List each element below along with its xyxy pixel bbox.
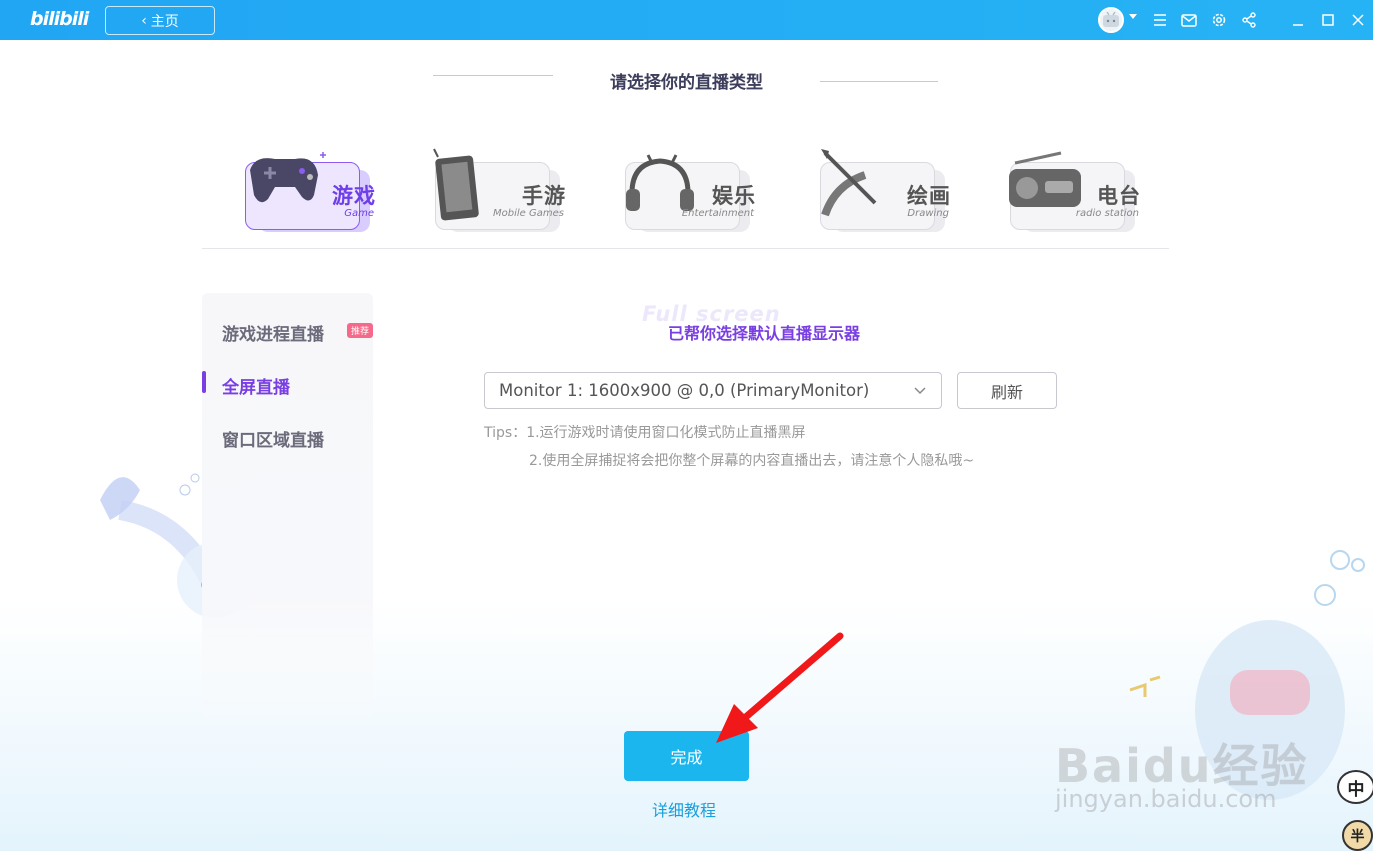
gear-icon[interactable] — [1209, 10, 1229, 30]
ime-halfwidth-indicator[interactable]: 半 — [1342, 820, 1373, 851]
monitor-heading: 已帮你选择默认直播显示器 — [668, 324, 861, 343]
maximize-icon[interactable] — [1318, 10, 1338, 30]
avatar-dropdown-icon[interactable] — [1129, 14, 1137, 19]
chevron-down-icon — [914, 387, 926, 395]
close-icon[interactable] — [1348, 10, 1368, 30]
category-drawing-label: 绘画 — [907, 184, 951, 208]
category-drawing-sub: Drawing — [907, 208, 949, 219]
category-entertainment-label: 娱乐 — [712, 184, 756, 208]
page-title: 请选择你的直播类型 — [610, 73, 763, 93]
baidu-watermark-url: jingyan.baidu.com — [1055, 785, 1277, 813]
mode-sidebar: 游戏进程直播 推荐 全屏直播 窗口区域直播 — [202, 293, 373, 720]
tip-line-2: 2.使用全屏捕捉将会把你整个屏幕的内容直播出去，请注意个人隐私哦~ — [529, 453, 975, 469]
annotation-arrow-icon — [716, 632, 844, 743]
home-button[interactable]: ‹ 主页 — [105, 6, 215, 35]
title-bar: bilibili ‹ 主页 — [0, 0, 1373, 40]
category-game[interactable]: 游戏 Game — [230, 140, 380, 235]
category-mobile-games[interactable]: 手游 Mobile Games — [420, 140, 570, 235]
brush-icon — [821, 149, 877, 217]
monitor-select-value: Monitor 1: 1600x900 @ 0,0 (PrimaryMonito… — [499, 381, 870, 400]
home-button-label: 主页 — [150, 13, 179, 30]
sidebar-item-label: 全屏直播 — [222, 378, 290, 398]
active-indicator — [202, 371, 206, 393]
mail-icon[interactable] — [1179, 10, 1199, 30]
category-entertainment[interactable]: 娱乐 Entertainment — [610, 140, 760, 235]
refresh-button[interactable]: 刷新 — [957, 372, 1057, 409]
category-mobile-games-label: 手游 — [522, 184, 566, 208]
tutorial-link[interactable]: 详细教程 — [652, 797, 716, 821]
avatar[interactable] — [1098, 7, 1124, 33]
bilibili-logo: bilibili — [30, 8, 89, 30]
recommend-badge: 推荐 — [347, 323, 373, 338]
category-drawing[interactable]: 绘画 Drawing — [805, 140, 955, 235]
category-radio-label: 电台 — [1097, 184, 1141, 208]
tip-line-1: Tips：1.运行游戏时请使用窗口化模式防止直播黑屏 — [484, 425, 806, 441]
sidebar-item-game-process[interactable]: 游戏进程直播 — [222, 320, 324, 345]
category-entertainment-sub: Entertainment — [681, 208, 754, 219]
category-row: 游戏 Game 手游 Mobile Games 娱乐 Entertainment — [0, 140, 1373, 240]
sidebar-item-label: 窗口区域直播 — [222, 431, 324, 451]
sidebar-item-fullscreen[interactable]: 全屏直播 — [222, 373, 290, 398]
sidebar-item-label: 游戏进程直播 — [222, 325, 324, 345]
ime-indicator[interactable]: 中 — [1337, 770, 1373, 804]
tv-avatar-icon — [1103, 12, 1119, 27]
category-radio[interactable]: 电台 radio station — [995, 140, 1145, 235]
minimize-icon[interactable] — [1288, 10, 1308, 30]
divider — [202, 248, 1169, 249]
sidebar-item-window-region[interactable]: 窗口区域直播 — [222, 426, 324, 451]
gamepad-icon — [250, 152, 326, 203]
share-icon[interactable] — [1239, 10, 1259, 30]
category-game-label: 游戏 — [332, 184, 376, 208]
category-radio-sub: radio station — [1075, 208, 1139, 219]
chevron-left-icon: ‹ — [141, 12, 147, 29]
category-game-sub: Game — [344, 208, 374, 219]
category-mobile-games-sub: Mobile Games — [493, 208, 564, 219]
monitor-select[interactable]: Monitor 1: 1600x900 @ 0,0 (PrimaryMonito… — [484, 372, 942, 409]
menu-icon[interactable] — [1150, 10, 1170, 30]
